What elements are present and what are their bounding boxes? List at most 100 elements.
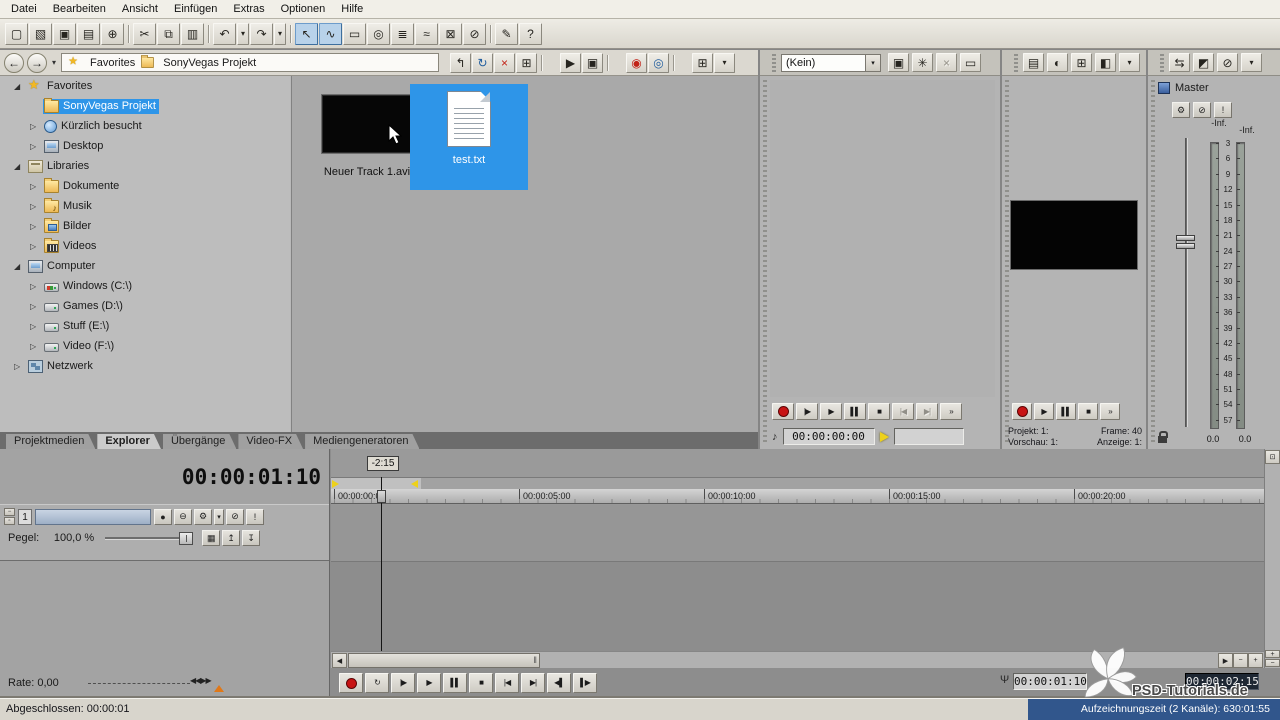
track-area[interactable] [331, 505, 1264, 651]
start-preview-icon[interactable]: ▶ [560, 52, 582, 73]
invert-phase-icon[interactable]: ⊖ [174, 508, 192, 525]
expander-icon[interactable]: ▷ [30, 122, 43, 131]
expander-icon[interactable]: ▷ [30, 182, 43, 191]
new-project-icon[interactable]: ▢ [5, 22, 28, 45]
tree-item[interactable]: SonyVegas Projekt [0, 96, 290, 116]
tree-item[interactable]: ◢ Favorites [0, 76, 290, 96]
input-meters-icon[interactable]: ▦ [202, 530, 221, 546]
copy-icon[interactable]: ⧉ [157, 22, 180, 45]
horizontal-scrollbar[interactable]: ◀ ▶ − + [331, 651, 1264, 668]
vertical-scrollbar[interactable]: ⊡ + − [1264, 449, 1280, 668]
tree-item[interactable]: ▷ Stuff (E:\) [0, 316, 290, 336]
scroll-right-icon[interactable]: ▶ [1218, 653, 1233, 668]
zoom-in-icon[interactable]: + [1248, 653, 1263, 668]
overflow-button[interactable]: » [1100, 403, 1120, 420]
cut-icon[interactable]: ✂ [133, 22, 156, 45]
record-button[interactable] [1012, 403, 1032, 420]
expander-icon[interactable]: ▷ [30, 342, 43, 351]
undo-menu-icon[interactable]: ▾ [237, 22, 249, 45]
play-button[interactable]: ▶ [417, 673, 441, 693]
tree-item[interactable]: ◢ Computer [0, 256, 290, 276]
fx-menu-icon[interactable]: ▾ [214, 508, 224, 525]
stop-button[interactable]: ■ [1078, 403, 1098, 420]
time-ruler[interactable]: 00:00:00:00 00:00:05:00 00:00:10:00 00:00:1… [331, 489, 1264, 504]
chevron-down-icon[interactable]: ▾ [865, 54, 880, 71]
menu-item[interactable]: Ansicht [114, 0, 166, 18]
tree-item[interactable]: ▷ Video (F:\) [0, 336, 290, 356]
next-frame-button[interactable]: ▌▶ [573, 673, 597, 693]
track-minimize-icon[interactable]: − [4, 508, 15, 516]
track-zoom-in-icon[interactable]: + [1265, 650, 1280, 658]
tree-item[interactable]: ▷ Videos [0, 236, 290, 256]
track-zoom-out-icon[interactable]: − [1265, 659, 1280, 667]
pause-button[interactable]: ▌▌ [1056, 403, 1076, 420]
record-button[interactable] [339, 673, 363, 693]
menu-item[interactable]: Datei [3, 0, 45, 18]
level-value[interactable]: 100,0 % [42, 532, 94, 544]
trimmer-aux-field[interactable] [893, 428, 964, 445]
playhead-handle[interactable] [377, 490, 386, 503]
menu-item[interactable]: Extras [225, 0, 272, 18]
explorer-toolbar-button[interactable] [670, 53, 691, 73]
pause-button[interactable]: ▌▌ [844, 403, 866, 420]
arm-record-icon[interactable]: ● [154, 508, 172, 525]
cursor-time-display[interactable]: 00:00:01:10 [182, 465, 321, 489]
panel-grip[interactable] [1151, 80, 1155, 445]
play-from-start-button[interactable]: |▶ [391, 673, 415, 693]
go-to-start-button[interactable]: |◀ [892, 403, 914, 420]
menu-item[interactable]: Einfügen [166, 0, 225, 18]
paste-icon[interactable]: ▥ [181, 22, 204, 45]
explorer-toolbar-button[interactable] [604, 53, 625, 73]
auto-preview-icon[interactable]: ▣ [582, 52, 604, 73]
envelope-edit-tool-icon[interactable]: ∿ [319, 22, 342, 45]
new-folder-icon[interactable]: ⊞ [516, 52, 538, 73]
marker-bar[interactable]: -2:15 [331, 449, 1264, 477]
expander-icon[interactable]: ▷ [14, 362, 27, 371]
overflow-button[interactable]: » [940, 403, 962, 420]
tree-item[interactable]: ▷ Games (D:\) [0, 296, 290, 316]
expander-icon[interactable]: ◢ [14, 82, 27, 91]
mute-icon[interactable]: ⊘ [1193, 102, 1211, 118]
master-mute-icon[interactable]: ⊘ [1217, 53, 1238, 72]
meter-right[interactable] [1236, 142, 1245, 429]
project-video-properties-icon[interactable]: ▤ [1023, 53, 1044, 72]
stop-button[interactable]: ■ [469, 673, 493, 693]
master-fader-handle[interactable] [1176, 243, 1195, 249]
pen-tool-icon[interactable]: ✎ [495, 22, 518, 45]
refresh-icon[interactable]: ↻ [472, 52, 494, 73]
menu-item[interactable]: Hilfe [333, 0, 371, 18]
track-lane[interactable] [331, 505, 1264, 562]
project-properties-icon[interactable]: ▤ [77, 22, 100, 45]
panel-grip[interactable] [772, 53, 776, 72]
marker-flag-icon[interactable] [879, 431, 889, 442]
import-media-icon[interactable]: ⊕ [101, 22, 124, 45]
breadcrumb-item[interactable]: SonyVegas Projekt [140, 55, 256, 69]
track-header[interactable]: − ▫ 1 ● ⊖ ⚙ ▾ ⊘! Pegel: 100,0 % ▦ ↥ ↧ [0, 504, 329, 561]
panel-grip[interactable] [1160, 53, 1164, 72]
menu-item[interactable]: Optionen [273, 0, 334, 18]
pause-button[interactable]: ▌▌ [443, 673, 467, 693]
solo-icon[interactable]: ! [246, 508, 264, 525]
rate-slider-handle[interactable]: ◀◀▶▶ [190, 676, 212, 685]
remove-plugin-icon[interactable]: × [936, 53, 957, 72]
go-to-end-button[interactable]: ▶| [916, 403, 938, 420]
explorer-toolbar-button[interactable] [538, 53, 559, 73]
panel-grip[interactable] [763, 80, 767, 445]
panel-menu-icon[interactable]: ▾ [1119, 53, 1140, 72]
mute-icon[interactable]: ⊘ [226, 508, 244, 525]
rate-slider-track[interactable] [88, 683, 190, 684]
rate-marker-icon[interactable] [214, 685, 224, 692]
playhead-cursor[interactable] [381, 477, 382, 651]
tree-item[interactable]: ▷ Kürzlich besucht [0, 116, 290, 136]
breadcrumb-item[interactable]: Favorites [67, 54, 135, 69]
go-to-start-button[interactable]: |◀ [495, 673, 519, 693]
record-button[interactable] [772, 403, 794, 420]
scrollbar-thumb[interactable] [348, 653, 540, 668]
insert-fx-icon[interactable]: ⚙ [1172, 102, 1190, 118]
expander-icon[interactable]: ▷ [30, 302, 43, 311]
meter-left[interactable] [1210, 142, 1219, 429]
play-from-start-button[interactable]: |▶ [796, 403, 818, 420]
file-item-text-selected[interactable]: test.txt [410, 84, 528, 190]
toolbar-button[interactable] [205, 23, 212, 45]
level-slider-handle[interactable] [179, 531, 194, 545]
